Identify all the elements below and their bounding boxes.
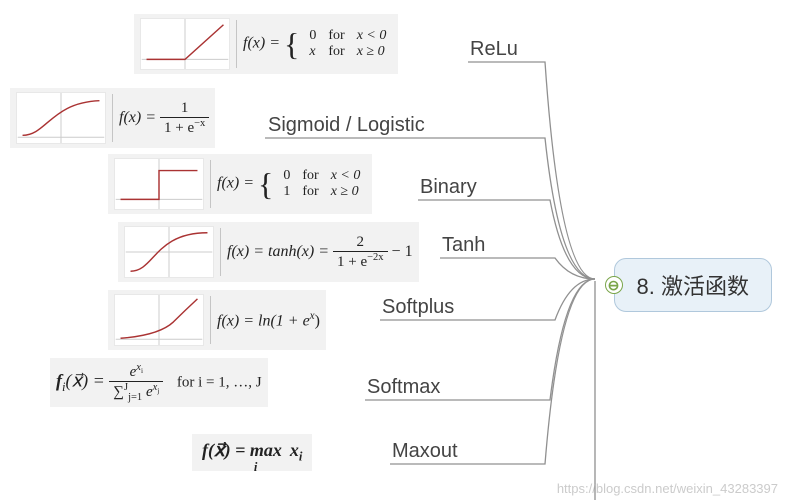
formula-maxout: f(x⃗) = maxi xi xyxy=(202,440,302,465)
plot-tanh xyxy=(124,226,214,278)
branch-label-sigmoid[interactable]: Sigmoid / Logistic xyxy=(268,114,425,137)
card-sigmoid: f(x) = 11 + e−x xyxy=(10,88,215,148)
card-maxout: f(x⃗) = maxi xi xyxy=(192,434,312,471)
plot-relu xyxy=(140,18,230,70)
watermark: https://blog.csdn.net/weixin_43283397 xyxy=(557,481,778,496)
card-softmax: fi(x⃗) = exi ∑Jj=1 exj for i = 1, …, J xyxy=(50,358,268,407)
card-relu: f(x) = { 0forx < 0xforx ≥ 0 xyxy=(134,14,398,74)
central-title: 8. 激活函数 xyxy=(637,274,749,299)
branch-label-binary[interactable]: Binary xyxy=(420,176,477,199)
formula-tanh: f(x) = tanh(x) = 21 + e−2x − 1 xyxy=(227,234,413,271)
card-softplus: f(x) = ln(1 + ex) xyxy=(108,290,326,350)
branch-label-softmax[interactable]: Softmax xyxy=(367,376,440,399)
collapse-icon[interactable]: ⊖ xyxy=(605,276,623,294)
formula-softplus: f(x) = ln(1 + ex) xyxy=(217,310,320,330)
plot-binary xyxy=(114,158,204,210)
branch-label-maxout[interactable]: Maxout xyxy=(392,440,458,463)
formula-relu: f(x) = { 0forx < 0xforx ≥ 0 xyxy=(243,28,392,60)
plot-sigmoid xyxy=(16,92,106,144)
formula-binary: f(x) = { 0forx < 01forx ≥ 0 xyxy=(217,168,366,200)
branch-label-softplus[interactable]: Softplus xyxy=(382,296,454,319)
formula-sigmoid: f(x) = 11 + e−x xyxy=(119,100,209,137)
card-tanh: f(x) = tanh(x) = 21 + e−2x − 1 xyxy=(118,222,419,282)
formula-softmax: fi(x⃗) = exi ∑Jj=1 exj for i = 1, …, J xyxy=(56,362,262,403)
branch-label-tanh[interactable]: Tanh xyxy=(442,234,485,257)
plot-softplus xyxy=(114,294,204,346)
central-node[interactable]: ⊖ 8. 激活函数 xyxy=(614,258,772,312)
branch-label-relu[interactable]: ReLu xyxy=(470,38,518,61)
card-binary: f(x) = { 0forx < 01forx ≥ 0 xyxy=(108,154,372,214)
